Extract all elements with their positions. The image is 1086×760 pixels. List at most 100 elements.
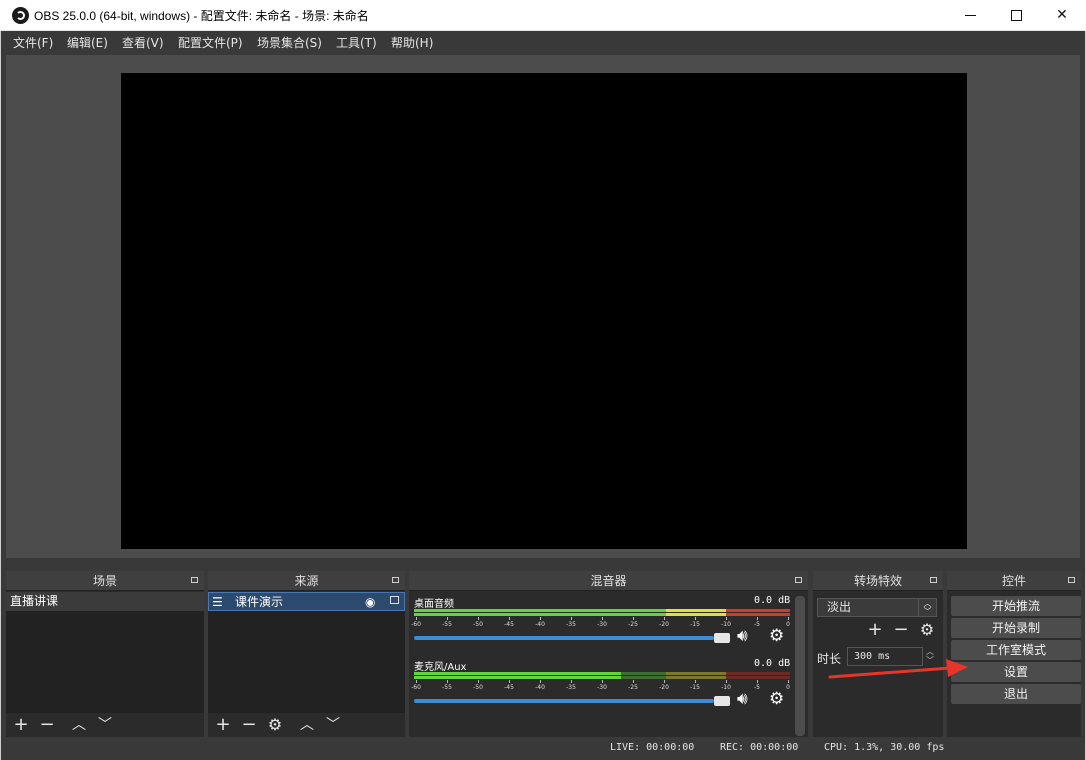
tick-label: 0 bbox=[786, 684, 790, 691]
volume-slider[interactable] bbox=[414, 636, 714, 640]
minimize-icon bbox=[965, 15, 976, 16]
volume-slider[interactable] bbox=[414, 699, 714, 703]
menu-file[interactable]: 文件(F) bbox=[13, 34, 53, 51]
float-dock-icon[interactable] bbox=[795, 577, 802, 583]
volume-meter bbox=[414, 609, 790, 612]
tick-mark bbox=[695, 680, 696, 683]
obs-logo-icon bbox=[12, 7, 29, 24]
menu-edit[interactable]: 编辑(E) bbox=[67, 34, 108, 51]
tick-label: -10 bbox=[721, 684, 731, 691]
close-button[interactable]: ✕ bbox=[1039, 0, 1085, 31]
mixer-scrollbar[interactable] bbox=[795, 596, 805, 736]
gear-icon[interactable]: ⚙ bbox=[264, 714, 286, 736]
add-transition-icon[interactable]: + bbox=[864, 619, 886, 641]
menu-help[interactable]: 帮助(H) bbox=[391, 34, 433, 51]
tick-label: -5 bbox=[754, 684, 760, 691]
add-scene-icon[interactable]: + bbox=[10, 714, 32, 736]
speaker-icon[interactable]: 🔊︎ bbox=[737, 626, 748, 646]
tick-label: -15 bbox=[690, 684, 700, 691]
float-dock-icon[interactable] bbox=[392, 577, 399, 583]
remove-transition-icon[interactable]: − bbox=[890, 619, 912, 641]
channel-name: 桌面音频 bbox=[414, 599, 454, 610]
tick-mark bbox=[633, 617, 634, 620]
tick-mark bbox=[416, 617, 417, 620]
menu-profile[interactable]: 配置文件(P) bbox=[178, 34, 243, 51]
gear-icon[interactable]: ⚙ bbox=[769, 626, 784, 646]
window-title: OBS 25.0.0 (64-bit, windows) - 配置文件: 未命名… bbox=[34, 9, 369, 23]
tick-label: -20 bbox=[659, 684, 669, 691]
tick-mark bbox=[509, 680, 510, 683]
transition-select[interactable]: 淡出 ︿ ﹀ bbox=[817, 598, 937, 617]
tick-label: -60 bbox=[411, 684, 421, 691]
remove-source-icon[interactable]: − bbox=[238, 714, 260, 736]
status-bar: LIVE: 00:00:00 REC: 00:00:00 CPU: 1.3%, … bbox=[1, 737, 1085, 760]
tick-mark bbox=[416, 680, 417, 683]
tick-label: -45 bbox=[504, 684, 514, 691]
tick-label: 0 bbox=[786, 621, 790, 628]
gear-icon[interactable]: ⚙ bbox=[769, 689, 784, 709]
tick-label: -40 bbox=[535, 621, 545, 628]
float-dock-icon[interactable] bbox=[191, 577, 198, 583]
tick-mark bbox=[664, 680, 665, 683]
start-recording-button[interactable]: 开始录制 bbox=[951, 618, 1081, 638]
tick-mark bbox=[602, 617, 603, 620]
tick-mark bbox=[664, 617, 665, 620]
preview-canvas[interactable] bbox=[121, 73, 967, 549]
mixer-dock-title: 混音器 bbox=[409, 571, 808, 591]
speaker-icon[interactable]: 🔊︎ bbox=[737, 689, 748, 709]
tick-mark bbox=[447, 617, 448, 620]
source-name: 课件演示 bbox=[235, 595, 284, 609]
exit-button[interactable]: 退出 bbox=[951, 684, 1081, 704]
tick-mark bbox=[788, 617, 789, 620]
menu-bar: 文件(F) 编辑(E) 查看(V) 配置文件(P) 场景集合(S) 工具(T) … bbox=[1, 31, 1085, 53]
meter-scale: -60 -55 -50 -45 -40 -35 -30 -25 -20 -15 -10 -5 0 bbox=[411, 617, 790, 629]
lock-icon[interactable] bbox=[390, 596, 399, 604]
volume-slider-handle[interactable] bbox=[714, 696, 730, 706]
move-down-icon[interactable]: ﹀ bbox=[94, 714, 116, 736]
start-streaming-button[interactable]: 开始推流 bbox=[951, 596, 1081, 616]
controls-dock-title: 控件 bbox=[947, 571, 1081, 591]
tick-label: -35 bbox=[566, 621, 576, 628]
tick-label: -25 bbox=[628, 684, 638, 691]
move-down-icon[interactable]: ﹀ bbox=[322, 714, 344, 736]
transitions-dock: 转场特效 淡出 ︿ ﹀ + − ⚙ 时长 300 ms ︿ ﹀ bbox=[813, 571, 943, 737]
live-status: LIVE: 00:00:00 bbox=[610, 742, 695, 753]
volume-slider-handle[interactable] bbox=[714, 633, 730, 643]
red-arrow-annotation bbox=[828, 659, 968, 679]
minimize-button[interactable] bbox=[947, 0, 993, 31]
rec-status: REC: 00:00:00 bbox=[720, 742, 799, 753]
tick-mark bbox=[726, 680, 727, 683]
mixer-channels: 桌面音频 0.0 dB -60 -55 -50 -45 -40 -35 -30 -25 -20-… bbox=[409, 592, 808, 737]
remove-scene-icon[interactable]: − bbox=[36, 714, 58, 736]
title-bar: OBS 25.0.0 (64-bit, windows) - 配置文件: 未命名… bbox=[0, 0, 1086, 31]
gear-icon[interactable]: ⚙ bbox=[916, 619, 938, 641]
menu-view[interactable]: 查看(V) bbox=[122, 34, 164, 51]
float-dock-icon[interactable] bbox=[930, 577, 937, 583]
tick-label: -15 bbox=[690, 621, 700, 628]
tick-mark bbox=[540, 617, 541, 620]
tick-mark bbox=[726, 617, 727, 620]
menu-scene-collection[interactable]: 场景集合(S) bbox=[257, 34, 322, 51]
mixer-dock: 混音器 桌面音频 0.0 dB -60 -55 -50 -45 -40 -35 -30 -25… bbox=[409, 571, 808, 737]
list-icon: ☰ bbox=[212, 595, 223, 609]
tick-mark bbox=[540, 680, 541, 683]
list-item[interactable]: 直播讲课 bbox=[6, 592, 204, 611]
float-dock-icon[interactable] bbox=[1068, 577, 1075, 583]
eye-icon[interactable]: ◉ bbox=[365, 593, 375, 612]
obs-main-window: 文件(F) 编辑(E) 查看(V) 配置文件(P) 场景集合(S) 工具(T) … bbox=[0, 31, 1086, 760]
tick-mark bbox=[509, 617, 510, 620]
menu-tools[interactable]: 工具(T) bbox=[336, 34, 377, 51]
tick-label: -60 bbox=[411, 621, 421, 628]
tick-label: -10 bbox=[721, 621, 731, 628]
move-up-icon[interactable]: ︿ bbox=[296, 714, 318, 736]
tick-label: -25 bbox=[628, 621, 638, 628]
tick-label: -40 bbox=[535, 684, 545, 691]
tick-mark bbox=[633, 680, 634, 683]
add-source-icon[interactable]: + bbox=[212, 714, 234, 736]
list-item[interactable]: ☰ 课件演示 ◉ bbox=[208, 592, 405, 611]
maximize-button[interactable] bbox=[993, 0, 1039, 31]
move-up-icon[interactable]: ︿ bbox=[68, 714, 90, 736]
tick-mark bbox=[447, 680, 448, 683]
scenes-dock: 场景 直播讲课 + − ︿ ﹀ bbox=[6, 571, 204, 737]
tick-mark bbox=[571, 680, 572, 683]
